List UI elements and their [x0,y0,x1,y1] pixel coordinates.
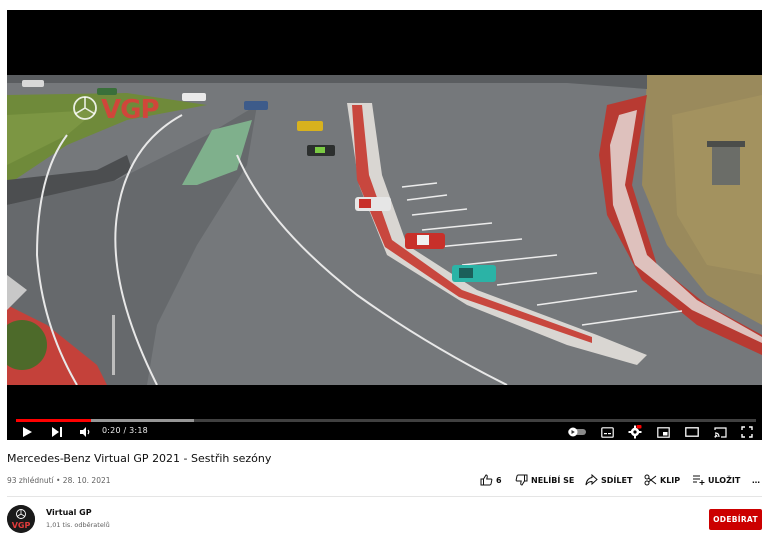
like-icon [480,474,493,486]
settings-button[interactable] [627,424,643,440]
save-icon [693,475,705,485]
cast-icon [713,426,727,438]
theater-mode-button[interactable] [684,424,700,440]
race-scene-image: VGP [7,75,762,385]
share-icon [585,474,598,486]
dislike-label: NELÍBÍ SE [531,475,575,485]
svg-text:VGP: VGP [12,521,31,530]
play-icon [23,427,32,437]
subtitles-icon [600,426,614,438]
video-title: Mercedes-Benz Virtual GP 2021 - Sestřih … [7,452,272,465]
channel-name[interactable]: Virtual GP [46,508,92,517]
subscribe-button[interactable]: ODEBÍRAT [709,509,762,530]
dislike-button[interactable]: NELÍBÍ SE [515,472,574,488]
video-meta: 93 zhlédnutí • 28. 10. 2021 [7,476,111,485]
next-button[interactable] [49,424,65,440]
save-label: ULOŽIT [708,475,741,485]
share-button[interactable]: SDÍLET [585,472,632,488]
clip-button[interactable]: KLIP [644,472,680,488]
like-count: 6 [496,475,502,485]
miniplayer-icon [656,426,670,438]
time-display: 0:20 / 3:18 [102,426,148,435]
like-button[interactable]: 6 [480,472,502,488]
next-icon [52,427,62,437]
subtitles-button[interactable] [599,424,615,440]
theater-icon [685,427,699,437]
more-actions-button[interactable]: … [752,472,760,488]
fullscreen-button[interactable] [739,424,755,440]
autoplay-toggle[interactable] [566,424,588,440]
progress-bar[interactable] [16,419,756,422]
fullscreen-icon [741,426,753,438]
miniplayer-button[interactable] [655,424,671,440]
divider [7,496,762,497]
player-controls: 0:20 / 3:18 [7,424,762,440]
svg-text:VGP: VGP [101,95,159,125]
channel-logo: VGP [7,505,35,533]
settings-icon [628,425,642,439]
volume-icon [80,427,90,437]
save-button[interactable]: ULOŽIT [692,472,740,488]
video-frame[interactable]: VGP [7,75,762,385]
clip-label: KLIP [660,475,681,485]
video-player[interactable]: VGP 0:20 / 3:18 [7,10,762,440]
channel-avatar[interactable]: VGP [7,505,35,533]
dislike-icon [515,474,528,486]
share-label: SDÍLET [601,475,633,485]
subscriber-count: 1,01 tis. odběratelů [46,521,110,529]
more-icon: … [752,475,760,485]
play-button[interactable] [19,424,35,440]
clip-icon [644,474,657,486]
autoplay-toggle-icon [568,427,586,437]
progress-played [16,419,91,422]
volume-button[interactable] [77,424,93,440]
cast-button[interactable] [712,424,728,440]
